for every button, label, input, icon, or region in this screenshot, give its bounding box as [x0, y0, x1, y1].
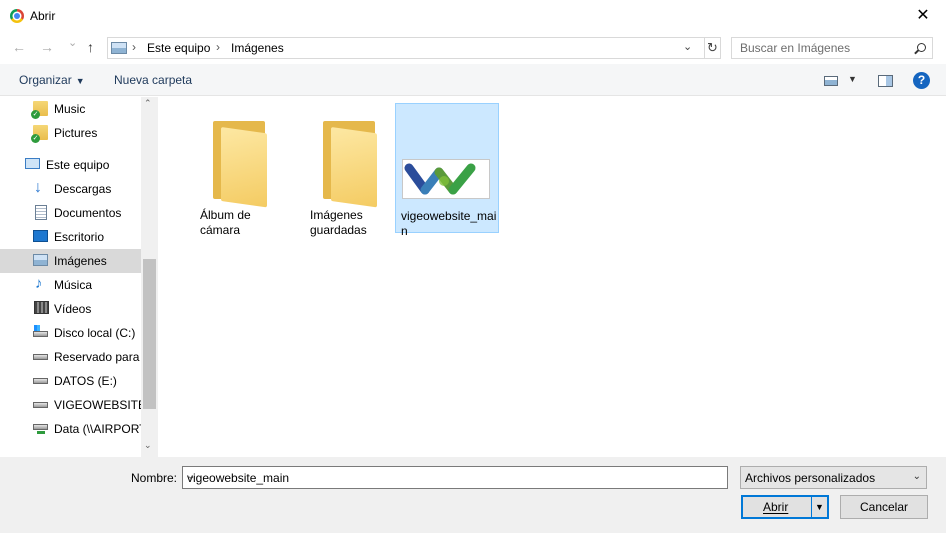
- dialog-footer: Nombre: vigeowebsite_main ⌄ Archivos per…: [0, 457, 946, 533]
- sidebar-item-label: VIGEOWEBSITE (: [54, 398, 141, 412]
- up-arrow-icon[interactable]: ↑: [87, 39, 94, 55]
- sidebar-item-data-airport[interactable]: Data (\\AIRPORT: [0, 417, 141, 441]
- open-button-label: Abrir: [763, 500, 789, 514]
- file-type-value: Archivos personalizados: [745, 471, 876, 485]
- scroll-down-icon[interactable]: ⌄: [144, 440, 152, 451]
- chrome-icon: [10, 9, 24, 23]
- open-button[interactable]: Abrir ▼: [741, 495, 829, 519]
- sidebar-item-reservado[interactable]: Reservado para e: [0, 345, 141, 369]
- caret-down-icon: ▼: [75, 76, 85, 86]
- search-input[interactable]: Buscar en Imágenes: [731, 37, 933, 59]
- breadcrumb-separator[interactable]: ›: [216, 40, 220, 54]
- sidebar-item-descargas[interactable]: ↓ Descargas: [0, 177, 141, 201]
- file-name: vigeowebsite_main: [401, 209, 497, 238]
- window-title: Abrir: [30, 9, 56, 23]
- videos-icon: [34, 301, 49, 314]
- images-icon: [33, 254, 48, 266]
- drive-icon: [33, 402, 48, 408]
- chevron-down-icon[interactable]: ⌄: [913, 471, 921, 482]
- refresh-icon[interactable]: ↻: [704, 38, 720, 58]
- file-item-album-de-camara[interactable]: Álbum de cámara: [176, 103, 280, 237]
- address-bar[interactable]: › Este equipo › Imágenes ⌄ ↻: [107, 37, 721, 59]
- pictures-location-icon: [111, 42, 127, 54]
- sidebar-item-label: Disco local (C:): [54, 326, 136, 340]
- cancel-button[interactable]: Cancelar: [840, 495, 928, 519]
- sidebar-item-label: Música: [54, 278, 93, 292]
- desktop-icon: [33, 230, 48, 242]
- filename-label: Nombre:: [131, 471, 178, 485]
- sidebar-item-escritorio[interactable]: Escritorio: [0, 225, 141, 249]
- help-icon[interactable]: ?: [913, 72, 930, 89]
- sidebar-item-datos[interactable]: DATOS (E:): [0, 369, 141, 393]
- file-item-vigeowebsite-main[interactable]: vigeowebsite_main: [395, 103, 499, 238]
- close-button[interactable]: ✕: [900, 0, 946, 32]
- breadcrumb-imagenes[interactable]: Imágenes: [231, 41, 284, 55]
- sidebar-item-disco-local[interactable]: Disco local (C:): [0, 321, 141, 345]
- sidebar-item-music[interactable]: Music: [0, 97, 141, 121]
- title-bar: Abrir ✕: [0, 0, 946, 32]
- sidebar-item-videos[interactable]: Vídeos: [0, 297, 141, 321]
- folder-music-icon: [31, 101, 48, 119]
- scroll-up-icon[interactable]: ⌃: [144, 98, 152, 109]
- drive-icon: [33, 378, 48, 384]
- pc-icon: [25, 158, 40, 169]
- sidebar-item-label: Descargas: [54, 182, 112, 196]
- documents-icon: [35, 205, 47, 220]
- sidebar-item-documentos[interactable]: Documentos: [0, 201, 141, 225]
- breadcrumb-este-equipo[interactable]: Este equipo: [147, 41, 210, 55]
- sidebar-item-label: Este equipo: [46, 158, 110, 172]
- view-options-caret-icon[interactable]: ▼: [848, 74, 857, 84]
- scrollbar-thumb[interactable]: [143, 259, 156, 409]
- breadcrumb-separator[interactable]: ›: [132, 40, 136, 54]
- sidebar-item-label: Music: [54, 102, 86, 116]
- navigation-pane: Music Pictures Este equipo ↓ Descargas D…: [0, 97, 158, 457]
- organize-label: Organizar: [19, 73, 72, 87]
- command-bar: Organizar ▼ Nueva carpeta ▼ ?: [0, 64, 946, 96]
- file-list: Álbum de cámara Imágenes guardadas vigeo…: [158, 97, 946, 457]
- sidebar-item-pictures[interactable]: Pictures: [0, 121, 141, 145]
- new-folder-button[interactable]: Nueva carpeta: [114, 73, 192, 87]
- sidebar-item-este-equipo[interactable]: Este equipo: [0, 153, 141, 177]
- download-icon: ↓: [34, 179, 42, 196]
- network-drive-icon: [33, 424, 48, 434]
- folder-icon: [323, 121, 377, 208]
- sidebar-scrollbar[interactable]: ⌃ ⌄: [141, 97, 158, 457]
- preview-pane-icon[interactable]: [878, 75, 893, 87]
- file-name: Imágenes guardadas: [310, 208, 367, 237]
- music-icon: ♪: [35, 275, 43, 292]
- folder-pictures-icon: [31, 125, 48, 143]
- file-item-imagenes-guardadas[interactable]: Imágenes guardadas: [286, 103, 390, 237]
- open-options-caret-icon[interactable]: ▼: [811, 497, 827, 517]
- filename-input[interactable]: vigeowebsite_main ⌄: [182, 466, 728, 489]
- search-placeholder: Buscar en Imágenes: [740, 41, 851, 55]
- image-thumbnail: [402, 159, 490, 199]
- file-name: Álbum de cámara: [200, 208, 251, 237]
- sidebar-item-label: Pictures: [54, 126, 98, 140]
- sidebar-item-label: Vídeos: [54, 302, 92, 316]
- search-icon[interactable]: [917, 43, 926, 52]
- chevron-down-icon[interactable]: ⌄: [683, 40, 692, 53]
- file-type-select[interactable]: Archivos personalizados ⌄: [740, 466, 927, 489]
- recent-locations-icon[interactable]: ⌄: [68, 36, 77, 49]
- folder-icon: [213, 121, 267, 208]
- sidebar-item-imagenes[interactable]: Imágenes: [0, 249, 141, 273]
- back-arrow-icon[interactable]: ←: [12, 39, 26, 55]
- chevron-down-icon[interactable]: ⌄: [187, 471, 724, 482]
- organize-button[interactable]: Organizar ▼: [19, 73, 85, 87]
- sidebar-item-label: Reservado para e: [54, 350, 141, 364]
- sidebar-item-label: DATOS (E:): [54, 374, 117, 388]
- forward-arrow-icon[interactable]: →: [40, 39, 54, 55]
- sidebar-item-vigeowebsite[interactable]: VIGEOWEBSITE (: [0, 393, 141, 417]
- sidebar-item-label: Escritorio: [54, 230, 105, 244]
- drive-icon: [33, 354, 48, 360]
- sidebar-item-label: Imágenes: [54, 254, 107, 268]
- vigeo-logo-icon: [404, 163, 476, 195]
- sidebar-item-label: Data (\\AIRPORT: [54, 422, 141, 436]
- local-disk-icon: [33, 325, 48, 337]
- sidebar-item-label: Documentos: [54, 206, 122, 220]
- sidebar-item-musica[interactable]: ♪ Música: [0, 273, 141, 297]
- change-view-icon[interactable]: [824, 76, 838, 86]
